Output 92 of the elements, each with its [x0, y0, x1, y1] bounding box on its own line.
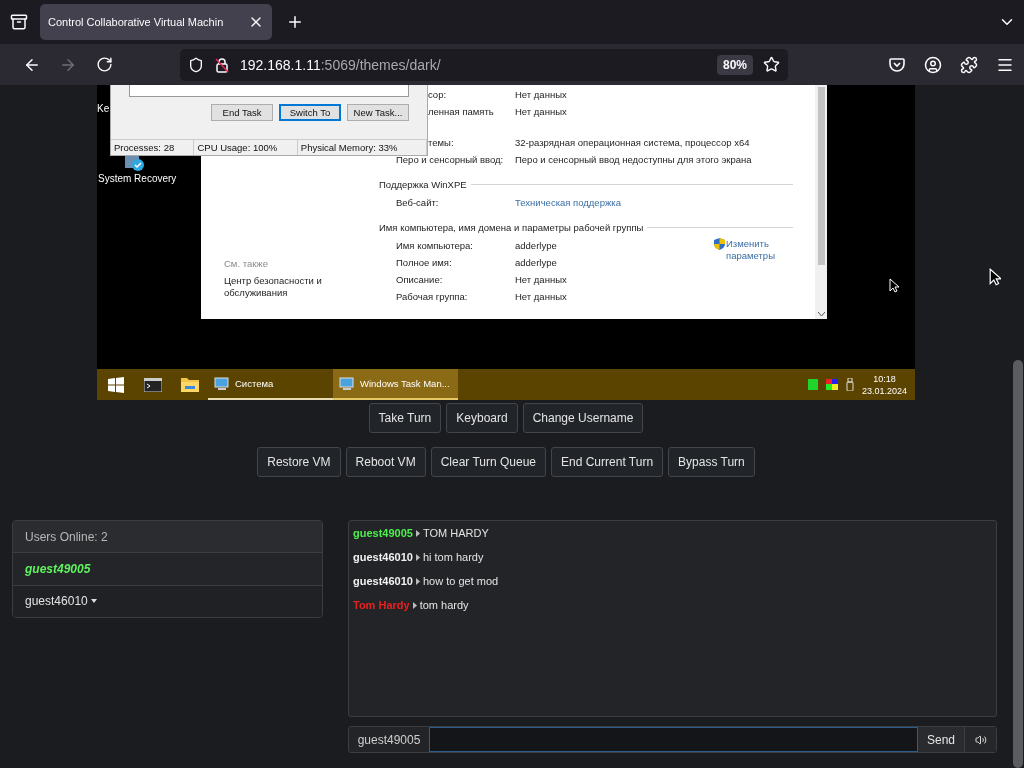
chat-message: how to get mod [422, 575, 499, 587]
user-item[interactable]: guest46010 [13, 584, 322, 617]
color-grid-icon [825, 379, 838, 390]
property-label: Веб-сайт: [396, 197, 439, 208]
folder-icon[interactable] [180, 377, 199, 392]
url-text: 192.168.1.11:5069/themes/dark/ [240, 56, 442, 73]
chat-username: guest49005 [353, 527, 413, 539]
volume-button[interactable] [964, 727, 996, 752]
support-link[interactable]: Техническая поддержка [515, 197, 621, 208]
property-label: Рабочая группа: [396, 291, 468, 302]
shield-icon[interactable] [188, 56, 204, 73]
status-text: Processes: 28 [111, 140, 195, 155]
property-label: Полное имя: [396, 257, 452, 268]
property-value: Нет данных [515, 89, 567, 100]
tab-title: Control Collaborative Virtual Machin [48, 16, 225, 28]
insecure-lock-icon[interactable] [214, 56, 230, 73]
property-value: Нет данных [515, 291, 567, 302]
property-value: Нет данных [515, 274, 567, 285]
mouse-cursor-icon [989, 268, 1001, 286]
account-icon[interactable] [924, 55, 942, 74]
property-value: adderlype [515, 257, 557, 268]
dialog-button[interactable]: New Task... [347, 104, 409, 121]
action-button[interactable]: Change Username [522, 403, 644, 433]
volume-icon [974, 733, 987, 746]
pocket-icon[interactable] [888, 55, 906, 74]
admin-button[interactable]: Restore VM [257, 447, 341, 477]
clock-date: 23.01.2024 [861, 384, 907, 397]
vm-screen[interactable] [97, 85, 915, 400]
new-tab-icon[interactable] [286, 13, 304, 31]
status-text: Physical Memory: 33% [297, 140, 427, 155]
property-label: Перо и сенсорный ввод: [396, 154, 504, 165]
dialog-button[interactable]: Switch To [279, 104, 341, 121]
status-square-icon [807, 379, 818, 390]
separator-caret-icon [415, 577, 420, 585]
property-label: Описание: [396, 274, 443, 285]
property-value: 32-разрядная операционная система, процессор x64 [515, 137, 750, 148]
send-button[interactable]: Send [918, 727, 964, 752]
property-value: adderlype [515, 240, 557, 251]
extensions-icon[interactable] [960, 55, 978, 74]
tab-list-icon[interactable] [10, 13, 28, 31]
property-label: Имя компьютера: [396, 240, 473, 251]
zoom-level[interactable]: 80% [716, 54, 753, 75]
username-label: guest49005 [356, 731, 422, 749]
chat-message: hi tom hardy [422, 551, 484, 563]
see-also-link[interactable]: Центр безопасности и обслуживания [224, 275, 334, 299]
dropdown-caret-icon [90, 599, 97, 604]
computer-icon [214, 376, 230, 391]
section-heading: Имя компьютера, имя домена и параметры рабочей группы [379, 222, 644, 233]
chat-input[interactable] [429, 727, 918, 752]
status-text: CPU Usage: 100% [194, 140, 298, 155]
see-also-heading: См. также [224, 258, 269, 269]
admin-button[interactable]: End Current Turn [551, 447, 664, 477]
browser-tab[interactable]: Control Collaborative Virtual Machin [40, 4, 272, 40]
computer-icon [339, 376, 355, 391]
taskbar-item[interactable]: Windows Task Man... [333, 369, 458, 400]
shield-icon [714, 238, 725, 250]
page-scrollbar[interactable] [1013, 360, 1023, 768]
section-heading: Поддержка WinXPE [379, 179, 467, 190]
chat-username: Tom Hardy [353, 599, 410, 611]
property-label: сор: [428, 89, 447, 100]
user-item[interactable]: guest49005 [13, 552, 322, 585]
action-button[interactable]: Keyboard [446, 403, 518, 433]
dialog-button[interactable]: End Task [211, 104, 273, 121]
address-bar[interactable]: 192.168.1.11:5069/themes/dark/ 80% [180, 48, 788, 81]
separator-caret-icon [415, 553, 420, 561]
chat-message: tom hardy [419, 599, 469, 611]
desktop-icon-label[interactable]: System Recovery [98, 173, 177, 184]
property-value: Нет данных [515, 106, 567, 117]
admin-button[interactable]: Reboot VM [345, 447, 426, 477]
property-label: ленная память [428, 106, 494, 117]
clock-time: 10:18 [873, 372, 896, 385]
users-online-heading: Users Online: 2 [13, 521, 322, 553]
mouse-cursor-icon [889, 278, 899, 293]
separator-caret-icon [412, 601, 417, 609]
separator-caret-icon [415, 529, 420, 537]
admin-button[interactable]: Bypass Turn [668, 447, 755, 477]
window-scrollbar[interactable] [815, 85, 827, 319]
windows-logo-icon[interactable] [107, 376, 124, 393]
property-label: темы: [428, 137, 454, 148]
admin-button[interactable]: Clear Turn Queue [430, 447, 546, 477]
change-settings-link[interactable]: Изменить параметры [726, 238, 786, 262]
star-icon[interactable] [763, 56, 780, 73]
chat-message: TOM HARDY [422, 527, 489, 539]
reload-icon[interactable] [95, 56, 113, 73]
usb-drive-icon [845, 378, 854, 391]
terminal-icon[interactable] [143, 377, 162, 392]
property-value: Перо и сенсорный ввод недоступны для этого экрана [515, 154, 752, 165]
chat-username: guest46010 [353, 575, 413, 587]
chat-username: guest46010 [353, 551, 413, 563]
desktop-icon-label: Ke [97, 103, 110, 114]
recovery-icon[interactable] [123, 156, 145, 172]
action-button[interactable]: Take Turn [368, 403, 442, 433]
